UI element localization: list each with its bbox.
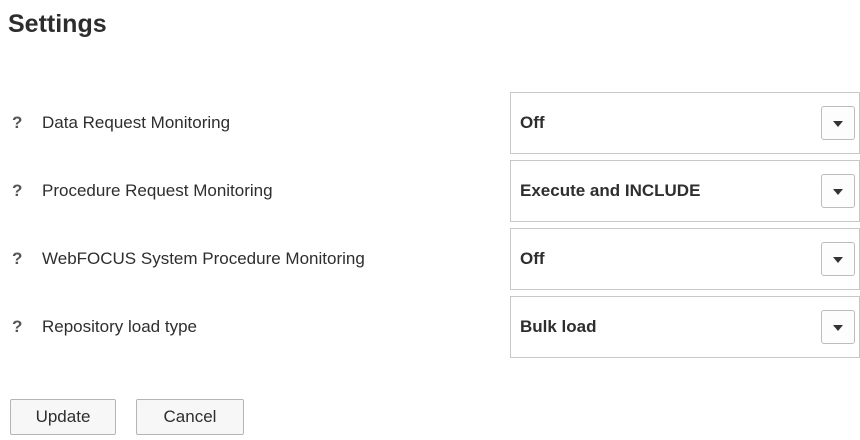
setting-row-webfocus-system-procedure-monitoring: ? WebFOCUS System Procedure Monitoring O… — [0, 228, 860, 290]
help-icon[interactable]: ? — [12, 181, 22, 201]
select-value: Off — [520, 113, 545, 132]
setting-row-repository-load-type: ? Repository load type Bulk load — [0, 296, 860, 358]
settings-page: Settings ? Data Request Monitoring Off ?… — [0, 0, 860, 440]
chevron-down-icon — [833, 325, 843, 331]
update-button[interactable]: Update — [10, 399, 116, 435]
setting-row-procedure-request-monitoring: ? Procedure Request Monitoring Execute a… — [0, 160, 860, 222]
webfocus-system-procedure-monitoring-select[interactable]: Off — [510, 228, 860, 290]
chevron-down-icon — [833, 189, 843, 195]
setting-label: Procedure Request Monitoring — [42, 181, 273, 200]
cancel-button[interactable]: Cancel — [136, 399, 244, 435]
select-value: Execute and INCLUDE — [520, 181, 701, 200]
procedure-request-monitoring-select[interactable]: Execute and INCLUDE — [510, 160, 860, 222]
help-icon[interactable]: ? — [12, 249, 22, 269]
setting-label: Repository load type — [42, 317, 197, 336]
chevron-down-icon — [833, 257, 843, 263]
data-request-monitoring-select[interactable]: Off — [510, 92, 860, 154]
select-value: Off — [520, 249, 545, 268]
help-icon[interactable]: ? — [12, 317, 22, 337]
dropdown-button[interactable] — [821, 242, 855, 276]
dropdown-button[interactable] — [821, 174, 855, 208]
help-icon[interactable]: ? — [12, 113, 22, 133]
setting-row-data-request-monitoring: ? Data Request Monitoring Off — [0, 92, 860, 154]
setting-label: Data Request Monitoring — [42, 113, 231, 132]
dropdown-button[interactable] — [821, 106, 855, 140]
setting-label: WebFOCUS System Procedure Monitoring — [42, 249, 365, 268]
page-title: Settings — [8, 10, 107, 38]
chevron-down-icon — [833, 121, 843, 127]
select-value: Bulk load — [520, 317, 597, 336]
repository-load-type-select[interactable]: Bulk load — [510, 296, 860, 358]
dropdown-button[interactable] — [821, 310, 855, 344]
